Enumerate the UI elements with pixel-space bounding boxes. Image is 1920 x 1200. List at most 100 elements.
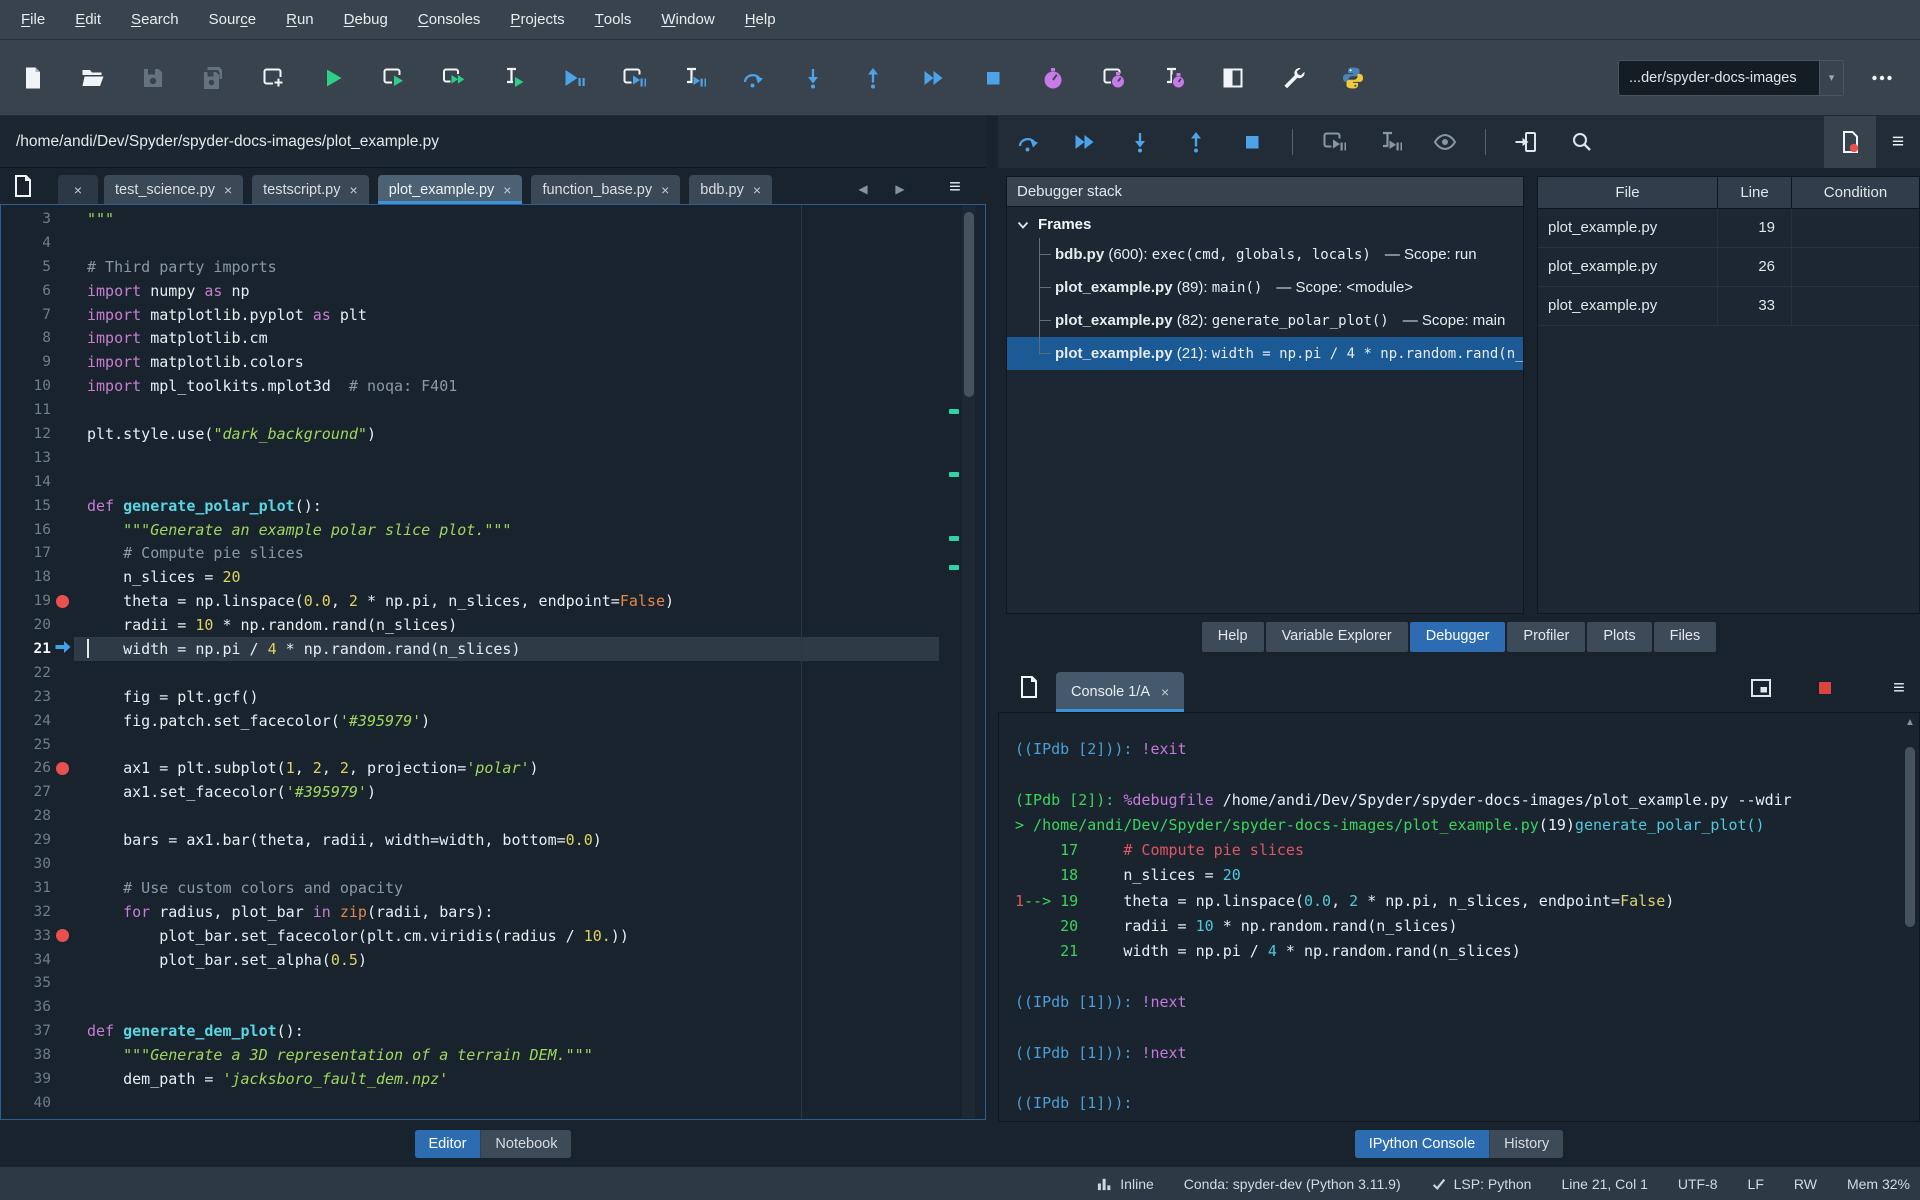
enter-debugger-button[interactable]: [1510, 126, 1542, 158]
browse-tabs-button[interactable]: [8, 172, 38, 200]
code-line[interactable]: 16 """Generate an example polar slice pl…: [1, 518, 961, 542]
stop-button[interactable]: [1236, 126, 1268, 158]
profile-file-button[interactable]: [1036, 61, 1070, 95]
code-line[interactable]: 33 plot_bar.set_facecolor(plt.cm.viridis…: [1, 924, 961, 948]
code-area[interactable]: 3"""45# Third party imports6import numpy…: [1, 207, 961, 1119]
close-icon[interactable]: ×: [503, 182, 511, 198]
switch-notebook[interactable]: Notebook: [481, 1130, 571, 1158]
gutter-marker[interactable]: [51, 640, 73, 658]
code-line[interactable]: 12plt.style.use("dark_background"): [1, 422, 961, 446]
code-line[interactable]: 13: [1, 446, 961, 470]
breakpoint-icon[interactable]: [56, 762, 69, 775]
menu-consoles[interactable]: Consoles: [403, 0, 496, 39]
code-line[interactable]: 5# Third party imports: [1, 255, 961, 279]
open-inspector-button[interactable]: [1746, 674, 1776, 702]
code-line[interactable]: 15def generate_polar_plot():: [1, 494, 961, 518]
save-all-button[interactable]: [196, 61, 230, 95]
stack-frame[interactable]: bdb.py (600): exec(cmd, globals, locals)…: [1007, 238, 1523, 271]
menu-help[interactable]: Help: [730, 0, 791, 39]
debug-cell-gray-button[interactable]: [1317, 126, 1349, 158]
frames-tree-root[interactable]: Frames: [1007, 207, 1523, 238]
editor-scrollbar[interactable]: [962, 206, 975, 1118]
code-line[interactable]: 4: [1, 231, 961, 255]
code-line[interactable]: 17 # Compute pie slices: [1, 541, 961, 565]
code-editor[interactable]: 3"""45# Third party imports6import numpy…: [0, 204, 986, 1120]
editor-tab-function_base.py[interactable]: function_base.py×: [531, 175, 680, 204]
code-line[interactable]: 18 n_slices = 20: [1, 565, 961, 589]
editor-tab-plot_example.py[interactable]: plot_example.py×: [378, 175, 523, 204]
column-header-condition[interactable]: Condition: [1791, 177, 1919, 208]
debug-selection-button[interactable]: [676, 61, 710, 95]
search-button[interactable]: [1566, 126, 1598, 158]
breakpoints-list-button[interactable]: [1824, 116, 1876, 168]
working-directory-value[interactable]: ...der/spyder-docs-images: [1619, 70, 1819, 86]
menu-edit[interactable]: Edit: [60, 0, 116, 39]
debugger-options-menu-button[interactable]: ≡: [1876, 116, 1920, 168]
close-icon[interactable]: ×: [350, 182, 358, 198]
column-header-line[interactable]: Line: [1717, 177, 1791, 208]
run-cell-advance-button[interactable]: [436, 61, 470, 95]
editor-tab-testscript.py[interactable]: testscript.py×: [252, 175, 369, 204]
save-button[interactable]: [136, 61, 170, 95]
editor-tab-test_science.py[interactable]: test_science.py×: [104, 175, 243, 204]
column-header-file[interactable]: File: [1538, 177, 1717, 208]
close-icon[interactable]: ×: [224, 182, 232, 198]
profile-cell-button[interactable]: [1096, 61, 1130, 95]
code-line[interactable]: 22: [1, 661, 961, 685]
step-over-button[interactable]: [1012, 126, 1044, 158]
code-line[interactable]: 30: [1, 852, 961, 876]
breakpoint-row[interactable]: plot_example.py19: [1538, 209, 1919, 248]
switch-ipython-console[interactable]: IPython Console: [1355, 1130, 1490, 1158]
new-file-button[interactable]: [16, 61, 50, 95]
menu-debug[interactable]: Debug: [329, 0, 403, 39]
tab-plots[interactable]: Plots: [1587, 622, 1651, 652]
preferences-button[interactable]: [1276, 61, 1310, 95]
code-line[interactable]: 21 width = np.pi / 4 * np.random.rand(n_…: [1, 637, 961, 661]
console-scrollbar[interactable]: ▲: [1904, 717, 1916, 1117]
switch-editor[interactable]: Editor: [415, 1130, 482, 1158]
scrolled-tab-stub[interactable]: ×: [58, 175, 98, 204]
close-icon[interactable]: ×: [1161, 684, 1169, 700]
code-line[interactable]: 7import matplotlib.pyplot as plt: [1, 303, 961, 327]
open-folder-button[interactable]: [76, 61, 110, 95]
code-line[interactable]: 27 ax1.set_facecolor('#395979'): [1, 780, 961, 804]
code-line[interactable]: 10import mpl_toolkits.mplot3d # noqa: F4…: [1, 374, 961, 398]
menu-tools[interactable]: Tools: [580, 0, 647, 39]
code-line[interactable]: 35: [1, 972, 961, 996]
more-options-button[interactable]: [1862, 61, 1902, 95]
dropdown-icon[interactable]: ▾: [1819, 61, 1843, 95]
tab-variable-explorer[interactable]: Variable Explorer: [1266, 622, 1408, 652]
code-line[interactable]: 40: [1, 1091, 961, 1115]
code-line[interactable]: 39 dem_path = 'jacksboro_fault_dem.npz': [1, 1067, 961, 1091]
editor-scrollbar-thumb[interactable]: [964, 212, 974, 397]
scroll-up-icon[interactable]: ▲: [1904, 717, 1916, 728]
step-out-button[interactable]: [856, 61, 890, 95]
gutter-marker[interactable]: [51, 595, 73, 608]
menu-file[interactable]: File: [6, 0, 60, 39]
continue-button[interactable]: [916, 61, 950, 95]
console-tab[interactable]: Console 1/A ×: [1056, 672, 1184, 712]
debug-file-button[interactable]: [556, 61, 590, 95]
tab-profiler[interactable]: Profiler: [1507, 622, 1585, 652]
menu-search[interactable]: Search: [116, 0, 194, 39]
code-line[interactable]: 3""": [1, 207, 961, 231]
menu-projects[interactable]: Projects: [495, 0, 579, 39]
menu-window[interactable]: Window: [646, 0, 729, 39]
close-icon[interactable]: ×: [753, 182, 761, 198]
breakpoint-row[interactable]: plot_example.py26: [1538, 248, 1919, 287]
scroll-tabs-right-button[interactable]: ▶: [886, 176, 914, 202]
python-path-button[interactable]: [1336, 61, 1370, 95]
close-icon[interactable]: ×: [661, 182, 669, 198]
console-scrollbar-thumb[interactable]: [1905, 747, 1915, 927]
debug-selection-gray-button[interactable]: [1373, 126, 1405, 158]
code-line[interactable]: 28: [1, 804, 961, 828]
code-line[interactable]: 38 """Generate a 3D representation of a …: [1, 1043, 961, 1067]
run-selection-button[interactable]: [496, 61, 530, 95]
code-line[interactable]: 25: [1, 733, 961, 757]
menu-source[interactable]: Source: [194, 0, 272, 39]
working-directory-combo[interactable]: ...der/spyder-docs-images ▾: [1618, 60, 1844, 96]
code-line[interactable]: 20 radii = 10 * np.random.rand(n_slices): [1, 613, 961, 637]
step-into-button[interactable]: [1124, 126, 1156, 158]
step-over-button[interactable]: [736, 61, 770, 95]
tab-debugger[interactable]: Debugger: [1410, 622, 1506, 652]
